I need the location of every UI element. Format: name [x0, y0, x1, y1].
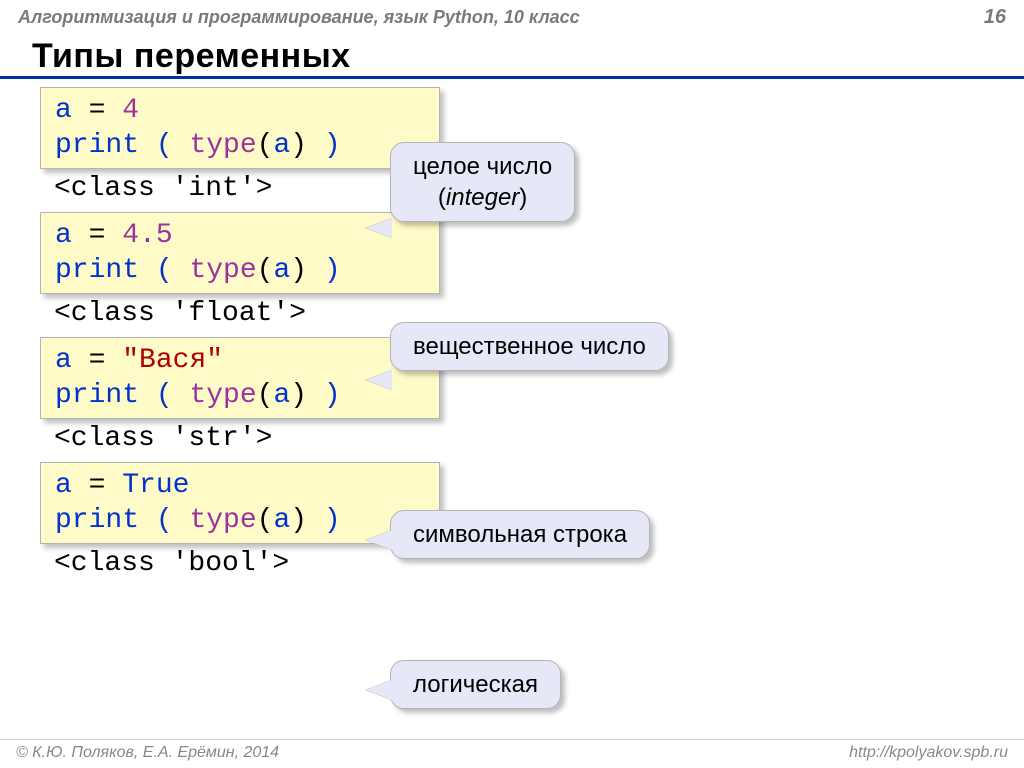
type-arg: a [273, 130, 290, 161]
code-value: 4.5 [122, 220, 172, 251]
print-keyword: print [55, 380, 139, 411]
code-eq: = [72, 95, 122, 126]
code-var: a [55, 470, 72, 501]
slide-footer: © К.Ю. Поляков, Е.А. Ерёмин, 2014 http:/… [0, 739, 1024, 762]
callout-line: вещественное число [413, 331, 646, 362]
paren-right: ) [307, 505, 341, 536]
type-paren-right: ) [290, 130, 307, 161]
type-arg: a [273, 505, 290, 536]
callout: целое число(integer) [390, 142, 575, 222]
paren-left: ( [139, 255, 189, 286]
callout-tail-icon [366, 680, 392, 700]
callout: символьная строка [390, 510, 650, 559]
callout: вещественное число [390, 322, 669, 371]
code-line-assign: a = 4 [55, 93, 425, 128]
code-box: a = 4print ( type(a) ) [40, 87, 440, 169]
type-keyword: type [189, 380, 256, 411]
paren-left: ( [139, 505, 189, 536]
callout-line: целое число [413, 151, 552, 182]
code-value: True [122, 470, 189, 501]
code-line-print: print ( type(a) ) [55, 128, 425, 163]
code-var: a [55, 345, 72, 376]
code-value: 4 [122, 95, 139, 126]
header-title: Алгоритмизация и программирование, язык … [18, 7, 580, 28]
slide-title: Типы переменных [0, 33, 1024, 79]
callout-line: символьная строка [413, 519, 627, 550]
callout-tail-icon [366, 218, 392, 238]
print-keyword: print [55, 130, 139, 161]
code-eq: = [72, 470, 122, 501]
type-paren-left: ( [257, 380, 274, 411]
paren-right: ) [307, 130, 341, 161]
paren-left: ( [139, 130, 189, 161]
page-number: 16 [984, 6, 1006, 29]
code-line-print: print ( type(a) ) [55, 253, 425, 288]
paren-right: ) [307, 380, 341, 411]
type-keyword: type [189, 255, 256, 286]
type-paren-left: ( [257, 255, 274, 286]
footer-right: http://kpolyakov.spb.ru [849, 744, 1008, 762]
type-arg: a [273, 380, 290, 411]
type-paren-right: ) [290, 505, 307, 536]
type-keyword: type [189, 130, 256, 161]
type-keyword: type [189, 505, 256, 536]
print-keyword: print [55, 505, 139, 536]
callout: логическая [390, 660, 561, 709]
code-output: <class 'str'> [40, 419, 1024, 460]
code-var: a [55, 95, 72, 126]
callout-line: (integer) [413, 182, 552, 213]
slide-header: Алгоритмизация и программирование, язык … [0, 0, 1024, 33]
callout-italic: integer [446, 184, 519, 211]
callout-tail-icon [366, 370, 392, 390]
type-paren-right: ) [290, 255, 307, 286]
code-value: "Вася" [122, 345, 223, 376]
code-line-assign: a = True [55, 468, 425, 503]
callout-tail-icon [366, 530, 392, 550]
type-paren-left: ( [257, 505, 274, 536]
code-var: a [55, 220, 72, 251]
type-paren-left: ( [257, 130, 274, 161]
callout-line: логическая [413, 669, 538, 700]
type-paren-right: ) [290, 380, 307, 411]
type-arg: a [273, 255, 290, 286]
footer-left: © К.Ю. Поляков, Е.А. Ерёмин, 2014 [16, 744, 279, 762]
paren-left: ( [139, 380, 189, 411]
paren-right: ) [307, 255, 341, 286]
print-keyword: print [55, 255, 139, 286]
code-eq: = [72, 345, 122, 376]
code-eq: = [72, 220, 122, 251]
type-example-block: a = 4.5print ( type(a) )<class 'float'> [40, 212, 1024, 335]
